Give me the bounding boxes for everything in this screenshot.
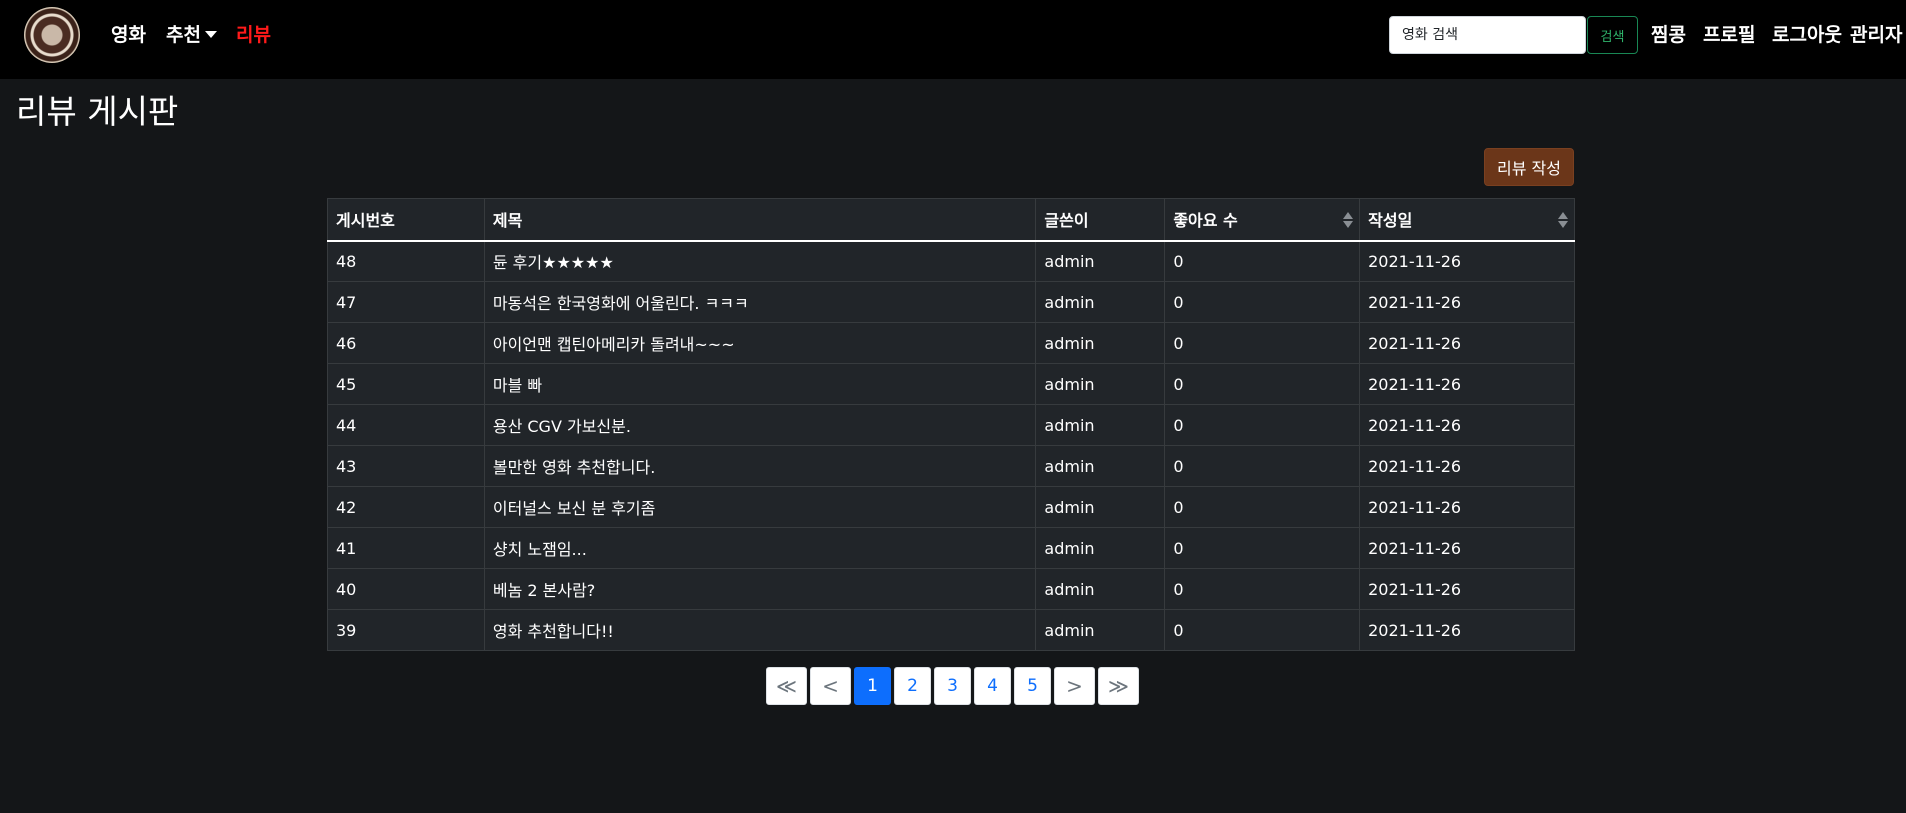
cell-date: 2021-11-26 bbox=[1359, 363, 1575, 405]
cell-title-link[interactable]: 듄 후기★★★★★ bbox=[483, 240, 1037, 282]
cell-likes: 0 bbox=[1164, 404, 1361, 446]
cell-date: 2021-11-26 bbox=[1359, 486, 1575, 528]
cell-likes: 0 bbox=[1164, 281, 1361, 323]
cell-id: 41 bbox=[327, 527, 485, 569]
column-header-author-label: 글쓴이 bbox=[1044, 211, 1089, 231]
table-row[interactable]: 42 이터널스 보신 분 후기좀 admin 0 2021-11-26 bbox=[327, 486, 1575, 528]
first-page-button[interactable]: ≪ bbox=[766, 667, 807, 705]
next-page-button[interactable]: > bbox=[1054, 667, 1095, 705]
cell-title-link[interactable]: 볼만한 영화 추천합니다. bbox=[483, 445, 1037, 487]
column-header-id[interactable]: 게시번호 bbox=[327, 198, 485, 242]
cell-date: 2021-11-26 bbox=[1359, 568, 1575, 610]
nav-link-movies[interactable]: 영화 bbox=[111, 20, 146, 47]
nav-link-wishlist[interactable]: 찜콩 bbox=[1651, 20, 1686, 47]
cell-likes: 0 bbox=[1164, 240, 1361, 282]
cell-title-link[interactable]: 마블 빠 bbox=[483, 363, 1037, 405]
cell-date: 2021-11-26 bbox=[1359, 281, 1575, 323]
column-header-likes[interactable]: 좋아요 수 bbox=[1164, 198, 1361, 242]
nav-link-profile[interactable]: 프로필 bbox=[1703, 20, 1755, 47]
cell-likes: 0 bbox=[1164, 568, 1361, 610]
cell-likes: 0 bbox=[1164, 363, 1361, 405]
cell-date: 2021-11-26 bbox=[1359, 609, 1575, 651]
cell-author: admin bbox=[1035, 609, 1166, 651]
write-review-button[interactable]: 리뷰 작성 bbox=[1484, 148, 1574, 186]
cell-author: admin bbox=[1035, 240, 1166, 282]
table-row[interactable]: 43 볼만한 영화 추천합니다. admin 0 2021-11-26 bbox=[327, 445, 1575, 487]
table-row[interactable]: 45 마블 빠 admin 0 2021-11-26 bbox=[327, 363, 1575, 405]
nav-dropdown-recommend[interactable]: 추천 bbox=[166, 20, 217, 47]
cell-author: admin bbox=[1035, 527, 1166, 569]
cell-id: 47 bbox=[327, 281, 485, 323]
table-row[interactable]: 41 샹치 노잼임... admin 0 2021-11-26 bbox=[327, 527, 1575, 569]
cell-likes: 0 bbox=[1164, 486, 1361, 528]
cell-id: 42 bbox=[327, 486, 485, 528]
cell-id: 43 bbox=[327, 445, 485, 487]
cell-author: admin bbox=[1035, 486, 1166, 528]
pagination: ≪ < 1 2 3 4 5 > ≫ bbox=[766, 667, 1139, 705]
cell-author: admin bbox=[1035, 445, 1166, 487]
table-row[interactable]: 47 마동석은 한국영화에 어울린다. ㅋㅋㅋ admin 0 2021-11-… bbox=[327, 281, 1575, 323]
nav-link-logout[interactable]: 로그아웃 bbox=[1772, 20, 1842, 47]
cell-id: 39 bbox=[327, 609, 485, 651]
page-button-4[interactable]: 4 bbox=[974, 667, 1011, 705]
page-title: 리뷰 게시판 bbox=[16, 92, 179, 131]
cell-date: 2021-11-26 bbox=[1359, 445, 1575, 487]
table-row[interactable]: 39 영화 추천합니다!! admin 0 2021-11-26 bbox=[327, 609, 1575, 651]
search-input[interactable] bbox=[1389, 16, 1586, 54]
cell-author: admin bbox=[1035, 322, 1166, 364]
page-button-1[interactable]: 1 bbox=[854, 667, 891, 705]
cell-likes: 0 bbox=[1164, 445, 1361, 487]
cell-id: 44 bbox=[327, 404, 485, 446]
site-logo[interactable] bbox=[24, 7, 80, 63]
cell-author: admin bbox=[1035, 404, 1166, 446]
page-button-2[interactable]: 2 bbox=[894, 667, 931, 705]
cell-title-link[interactable]: 아이언맨 캡틴아메리카 돌려내~~~ bbox=[483, 322, 1037, 364]
column-header-title-label: 제목 bbox=[492, 211, 523, 231]
cell-title-link[interactable]: 용산 CGV 가보신분. bbox=[483, 404, 1037, 446]
cell-id: 40 bbox=[327, 568, 485, 610]
prev-page-button[interactable]: < bbox=[810, 667, 851, 705]
cell-author: admin bbox=[1035, 281, 1166, 323]
column-header-date[interactable]: 작성일 bbox=[1359, 198, 1575, 242]
nav-link-admin[interactable]: 관리자 bbox=[1850, 20, 1902, 47]
table-row[interactable]: 40 베놈 2 본사람? admin 0 2021-11-26 bbox=[327, 568, 1575, 610]
column-header-title[interactable]: 제목 bbox=[483, 198, 1037, 242]
cell-title-link[interactable]: 베놈 2 본사람? bbox=[483, 568, 1037, 610]
review-table: 게시번호 제목 글쓴이 좋아요 수 작성일 48 듄 후기★★★★★ admin… bbox=[327, 198, 1575, 651]
column-header-likes-label: 좋아요 수 bbox=[1173, 211, 1238, 231]
navbar: 영화 추천 리뷰 검색 찜콩 프로필 로그아웃 관리자 bbox=[0, 0, 1906, 79]
cell-title-link[interactable]: 샹치 노잼임... bbox=[483, 527, 1037, 569]
cell-id: 45 bbox=[327, 363, 485, 405]
table-header-row: 게시번호 제목 글쓴이 좋아요 수 작성일 bbox=[327, 198, 1575, 242]
page-button-5[interactable]: 5 bbox=[1014, 667, 1051, 705]
cell-id: 46 bbox=[327, 322, 485, 364]
table-row[interactable]: 44 용산 CGV 가보신분. admin 0 2021-11-26 bbox=[327, 404, 1575, 446]
search-button[interactable]: 검색 bbox=[1587, 16, 1638, 54]
column-header-date-label: 작성일 bbox=[1368, 211, 1413, 231]
cell-likes: 0 bbox=[1164, 609, 1361, 651]
cell-date: 2021-11-26 bbox=[1359, 527, 1575, 569]
column-header-author[interactable]: 글쓴이 bbox=[1035, 198, 1166, 242]
sort-icon[interactable] bbox=[1558, 211, 1568, 229]
cell-likes: 0 bbox=[1164, 527, 1361, 569]
caret-down-icon bbox=[204, 31, 217, 38]
table-row[interactable]: 48 듄 후기★★★★★ admin 0 2021-11-26 bbox=[327, 240, 1575, 282]
cell-title-link[interactable]: 이터널스 보신 분 후기좀 bbox=[483, 486, 1037, 528]
nav-dropdown-recommend-label: 추천 bbox=[166, 24, 201, 46]
column-header-id-label: 게시번호 bbox=[336, 211, 395, 231]
cell-title-link[interactable]: 영화 추천합니다!! bbox=[483, 609, 1037, 651]
sort-icon[interactable] bbox=[1343, 211, 1354, 229]
cell-title-link[interactable]: 마동석은 한국영화에 어울린다. ㅋㅋㅋ bbox=[483, 281, 1037, 323]
cell-date: 2021-11-26 bbox=[1359, 404, 1575, 446]
cell-author: admin bbox=[1035, 363, 1166, 405]
page-button-3[interactable]: 3 bbox=[934, 667, 971, 705]
cell-author: admin bbox=[1035, 568, 1166, 610]
cell-date: 2021-11-26 bbox=[1359, 322, 1575, 364]
cell-likes: 0 bbox=[1164, 322, 1361, 364]
table-row[interactable]: 46 아이언맨 캡틴아메리카 돌려내~~~ admin 0 2021-11-26 bbox=[327, 322, 1575, 364]
cell-id: 48 bbox=[327, 240, 485, 282]
cell-date: 2021-11-26 bbox=[1359, 240, 1575, 282]
nav-link-reviews[interactable]: 리뷰 bbox=[236, 20, 271, 47]
last-page-button[interactable]: ≫ bbox=[1098, 667, 1139, 705]
